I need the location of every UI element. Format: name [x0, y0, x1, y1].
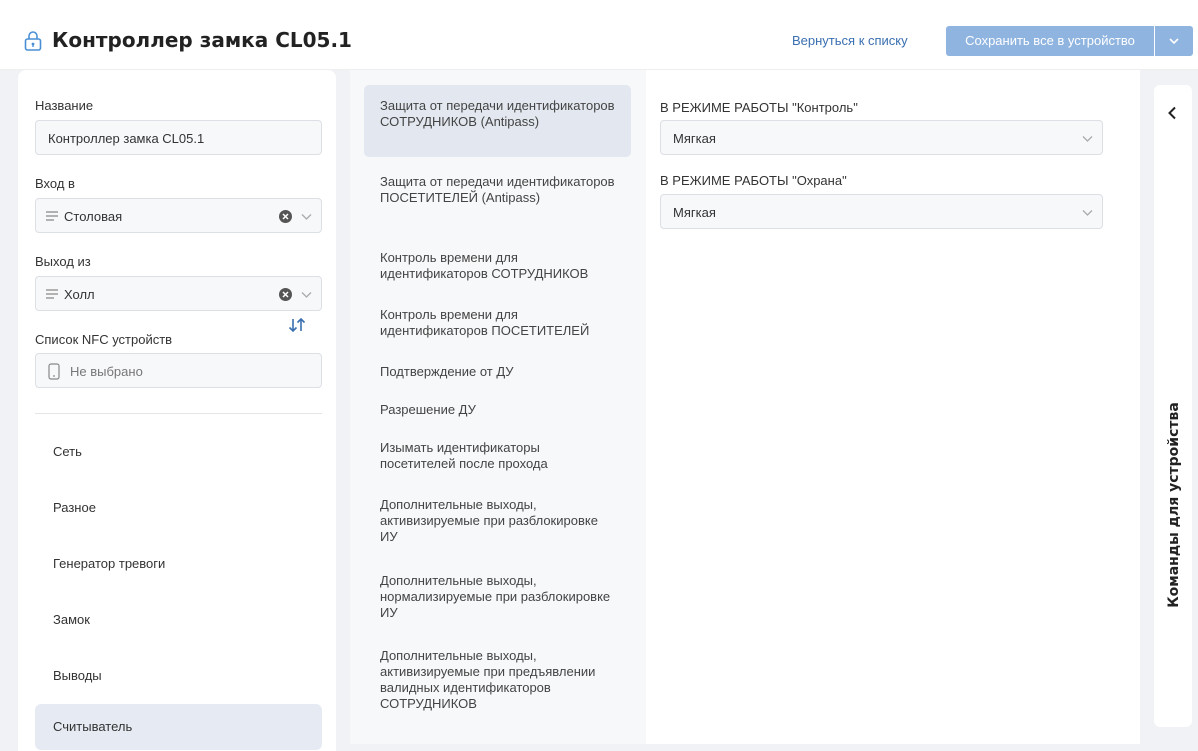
name-label: Название	[35, 98, 94, 113]
list-item[interactable]: Дополнительные выходы, активизируемые пр…	[364, 489, 631, 553]
back-to-list-link[interactable]: Вернуться к списку	[792, 33, 908, 48]
nav-item-misc[interactable]: Разное	[35, 485, 322, 531]
swap-icon[interactable]	[288, 317, 306, 337]
mode-control-label: В РЕЖИМЕ РАБОТЫ "Контроль"	[660, 100, 858, 115]
entry-label: Вход в	[35, 176, 75, 191]
list-item[interactable]: Изымать идентификаторы посетителей после…	[364, 432, 631, 480]
clear-icon[interactable]	[279, 210, 292, 223]
list-item[interactable]: Защита от передачи идентификаторов СОТРУ…	[364, 85, 631, 157]
list-item-label: Защита от передачи идентификаторов СОТРУ…	[380, 98, 615, 129]
mode-guard-select[interactable]: Мягкая	[660, 194, 1103, 229]
save-all-button[interactable]: Сохранить все в устройство	[946, 26, 1154, 56]
divider	[35, 413, 322, 414]
exit-value: Холл	[64, 287, 95, 302]
chevron-down-icon[interactable]	[301, 291, 312, 299]
header: Контроллер замка CL05.1 Вернуться к спис…	[0, 0, 1198, 70]
chevron-left-icon[interactable]	[1167, 106, 1177, 120]
nav-item-reader[interactable]: Считыватель	[35, 704, 322, 750]
list-item-label: Контроль времени для идентификаторов ПОС…	[380, 307, 590, 338]
list-item-label: Разрешение ДУ	[380, 402, 476, 417]
chevron-down-icon	[1169, 38, 1179, 45]
device-settings-panel: Название Контроллер замка CL05.1 Вход в …	[18, 70, 336, 751]
phone-icon	[48, 363, 60, 380]
list-item[interactable]: Дополнительные выходы, нормализируемые п…	[364, 565, 631, 629]
nav-item-lock[interactable]: Замок	[35, 597, 322, 643]
list-item[interactable]: Контроль времени для идентификаторов СОТ…	[364, 242, 631, 290]
clear-icon[interactable]	[279, 288, 292, 301]
reader-settings-list: Защита от передачи идентификаторов СОТРУ…	[350, 70, 646, 744]
chevron-down-icon	[1082, 136, 1093, 142]
mode-guard-value: Мягкая	[673, 205, 716, 220]
nav-item-outputs[interactable]: Выводы	[35, 653, 322, 699]
nav-item-label: Разное	[53, 500, 96, 515]
nav-item-label: Сеть	[53, 444, 82, 459]
list-item[interactable]: Разрешение ДУ	[364, 394, 631, 424]
nav-item-network[interactable]: Сеть	[35, 429, 322, 475]
mode-control-value: Мягкая	[673, 131, 716, 146]
exit-label: Выход из	[35, 254, 91, 269]
list-item-label: Подтверждение от ДУ	[380, 364, 514, 379]
nfc-devices-field[interactable]: Не выбрано	[35, 353, 322, 388]
antipass-settings: В РЕЖИМЕ РАБОТЫ "Контроль" Мягкая В РЕЖИ…	[646, 70, 1140, 744]
lock-icon	[24, 31, 42, 51]
list-item-label: Контроль времени для идентификаторов СОТ…	[380, 250, 589, 281]
nfc-label: Список NFC устройств	[35, 332, 173, 347]
list-item[interactable]: Защита от передачи идентификаторов ПОСЕТ…	[364, 166, 631, 230]
list-item-label: Дополнительные выходы, нормализируемые п…	[380, 573, 611, 620]
list-item-label: Защита от передачи идентификаторов ПОСЕТ…	[380, 174, 615, 205]
entry-value: Столовая	[64, 209, 123, 224]
list-item-label: Дополнительные выходы, активизируемые пр…	[380, 648, 596, 711]
list-icon	[46, 211, 58, 221]
mode-guard-label: В РЕЖИМЕ РАБОТЫ "Охрана"	[660, 173, 847, 188]
name-field[interactable]: Контроллер замка CL05.1	[35, 120, 322, 155]
list-item[interactable]: Контроль времени для идентификаторов ПОС…	[364, 299, 631, 347]
list-item-label: Изымать идентификаторы посетителей после…	[380, 440, 548, 471]
chevron-down-icon	[1082, 210, 1093, 216]
entry-select[interactable]: Столовая	[35, 198, 322, 233]
nav-item-label: Считыватель	[53, 719, 133, 734]
mode-control-select[interactable]: Мягкая	[660, 120, 1103, 155]
nav-item-alarm-generator[interactable]: Генератор тревоги	[35, 541, 322, 587]
nav-item-label: Генератор тревоги	[53, 556, 166, 571]
device-commands-panel[interactable]: Команды для устройства	[1154, 85, 1192, 727]
exit-select[interactable]: Холл	[35, 276, 322, 311]
nfc-value: Не выбрано	[70, 364, 143, 379]
list-item[interactable]: Дополнительные выходы, активизируемые пр…	[364, 640, 631, 720]
list-item[interactable]: Подтверждение от ДУ	[364, 356, 631, 386]
name-value: Контроллер замка CL05.1	[48, 131, 205, 146]
nav-item-label: Выводы	[53, 668, 102, 683]
list-item-label: Дополнительные выходы, активизируемые пр…	[380, 497, 598, 544]
save-options-dropdown[interactable]	[1155, 26, 1193, 56]
list-icon	[46, 289, 58, 299]
chevron-down-icon[interactable]	[301, 213, 312, 221]
nav-item-label: Замок	[53, 612, 90, 627]
device-commands-title: Команды для устройства	[1166, 402, 1182, 608]
page-title: Контроллер замка CL05.1	[52, 28, 352, 52]
